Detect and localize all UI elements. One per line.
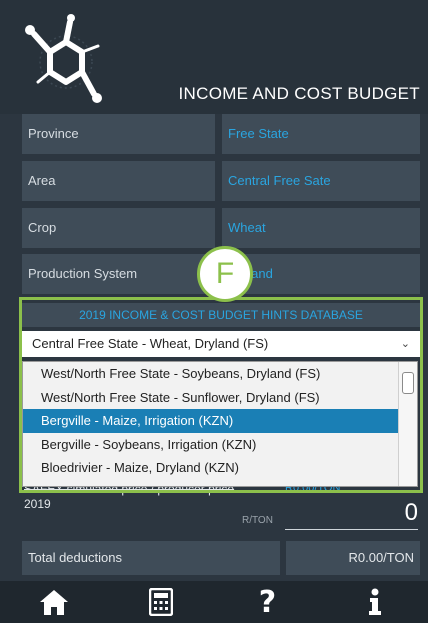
area-label: Area <box>22 161 215 201</box>
calculator-icon <box>148 588 173 616</box>
total-deductions-value: R0.00/TON <box>286 541 420 575</box>
area-value[interactable]: Central Free Sate <box>222 161 420 201</box>
molecule-logo-icon <box>25 14 102 103</box>
home-icon <box>39 590 68 615</box>
annotation-marker: F <box>197 246 253 302</box>
total-deductions-label: Total deductions <box>22 541 280 575</box>
production-system-label: Production System <box>22 254 215 294</box>
bottom-nav: ? <box>0 581 428 623</box>
help-icon: ? <box>258 584 277 620</box>
nav-calculator-button[interactable] <box>107 581 214 623</box>
nav-home-button[interactable] <box>0 581 107 623</box>
province-value[interactable]: Free State <box>222 114 420 154</box>
nav-info-button[interactable] <box>321 581 428 623</box>
info-icon <box>368 588 381 615</box>
app-header: INCOME AND COST BUDGET <box>0 0 428 114</box>
province-label: Province <box>22 114 215 154</box>
price-input[interactable]: 0 <box>285 497 418 530</box>
page-title: INCOME AND COST BUDGET <box>178 84 420 103</box>
crop-row[interactable]: Crop Wheat <box>22 208 420 248</box>
safex-price-label-line2: 2019 <box>24 497 51 511</box>
crop-value[interactable]: Wheat <box>222 208 420 248</box>
nav-help-button[interactable]: ? <box>214 581 321 623</box>
province-row[interactable]: Province Free State <box>22 114 420 154</box>
price-unit: R/TON <box>242 515 273 526</box>
highlight-frame <box>19 297 423 493</box>
area-row[interactable]: Area Central Free Sate <box>22 161 420 201</box>
crop-label: Crop <box>22 208 215 248</box>
